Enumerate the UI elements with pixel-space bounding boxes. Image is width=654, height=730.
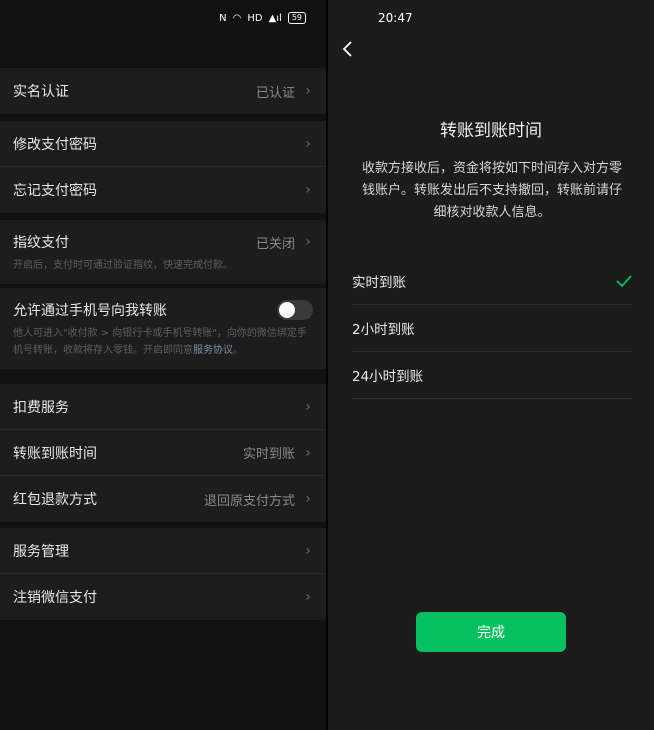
real-name-label: 实名认证 bbox=[13, 84, 69, 100]
transfer-time-options: 实时到账 2小时到账 24小时到账 bbox=[352, 258, 632, 399]
done-button[interactable]: 完成 bbox=[416, 612, 566, 652]
fingerprint-label: 指纹支付 bbox=[13, 235, 69, 251]
page-description: 收款方接收后，资金将按如下时间存入对方零钱账户。转账发出后不支持撤回，转账前请仔… bbox=[361, 161, 622, 220]
option-realtime[interactable]: 实时到账 bbox=[352, 258, 632, 305]
phone-transfer-desc-text: 他人可进入"收付款 > 向银行卡或手机号转账"，向你的微信绑定手机号转账，收款将… bbox=[13, 328, 307, 356]
change-password-row[interactable]: 修改支付密码 › bbox=[0, 121, 326, 167]
chevron-right-icon: › bbox=[305, 542, 311, 559]
transfer-time-row[interactable]: 转账到账时间 实时到账 › bbox=[0, 430, 326, 476]
group-fingerprint: 指纹支付 已关闭 › 开启后，支付时可通过验证指纹，快速完成付款。 bbox=[0, 220, 326, 284]
payment-settings-panel: N ◠ HD ▲ıl 59 实名认证 已认证 › 修改支付密码 › 忘记支付密码… bbox=[0, 0, 326, 730]
chevron-right-icon: › bbox=[305, 589, 311, 605]
deduction-label: 扣费服务 bbox=[13, 399, 69, 416]
nfc-icon: N bbox=[219, 12, 227, 24]
transfer-time-label: 转账到账时间 bbox=[13, 445, 97, 462]
service-manage-row[interactable]: 服务管理 › bbox=[0, 528, 326, 574]
cancel-pay-row[interactable]: 注销微信支付 › bbox=[0, 574, 326, 620]
group-manage: 服务管理 › 注销微信支付 › bbox=[0, 528, 326, 620]
chevron-right-icon: › bbox=[305, 398, 311, 415]
phone-transfer-desc-suffix: 。 bbox=[233, 345, 243, 356]
group-services: 扣费服务 › 转账到账时间 实时到账 › 红包退款方式 退回原支付方式 › bbox=[0, 384, 326, 522]
battery-icon: 59 bbox=[287, 12, 306, 24]
status-bar-time: 20:47 bbox=[378, 11, 413, 25]
chevron-right-icon: › bbox=[305, 83, 311, 99]
option-2-hours[interactable]: 2小时到账 bbox=[352, 305, 632, 352]
option-24-hours[interactable]: 24小时到账 bbox=[352, 352, 632, 399]
option-label: 实时到账 bbox=[352, 275, 406, 291]
service-agreement-link[interactable]: 服务协议 bbox=[193, 345, 233, 356]
fingerprint-value: 已关闭 bbox=[255, 236, 295, 252]
chevron-right-icon: › bbox=[305, 491, 311, 507]
phone-transfer-toggle[interactable] bbox=[277, 300, 313, 320]
chevron-right-icon: › bbox=[305, 234, 311, 250]
real-name-value: 已认证 bbox=[255, 85, 295, 101]
refund-method-row[interactable]: 红包退款方式 退回原支付方式 › bbox=[0, 476, 326, 522]
chevron-right-icon: › bbox=[305, 444, 311, 461]
forgot-password-label: 忘记支付密码 bbox=[13, 183, 97, 199]
group-password: 修改支付密码 › 忘记支付密码 › bbox=[0, 121, 326, 213]
group-phone-transfer: 允许通过手机号向我转账 他人可进入"收付款 > 向银行卡或手机号转账"，向你的微… bbox=[0, 288, 326, 369]
status-bar: N ◠ HD ▲ıl 59 bbox=[219, 0, 306, 36]
back-arrow-icon[interactable] bbox=[338, 38, 360, 60]
fingerprint-desc: 开启后，支付时可通过验证指纹，快速完成付款。 bbox=[13, 260, 233, 271]
wifi-icon: ◠ bbox=[232, 12, 242, 24]
change-password-label: 修改支付密码 bbox=[13, 136, 97, 153]
deduction-row[interactable]: 扣费服务 › bbox=[0, 384, 326, 430]
option-label: 24小时到账 bbox=[352, 369, 424, 385]
toggle-knob bbox=[279, 302, 295, 318]
service-manage-label: 服务管理 bbox=[13, 543, 69, 560]
checkmark-icon bbox=[616, 272, 632, 291]
phone-transfer-row: 允许通过手机号向我转账 他人可进入"收付款 > 向银行卡或手机号转账"，向你的微… bbox=[0, 288, 326, 369]
chevron-right-icon: › bbox=[305, 135, 311, 152]
forgot-password-row[interactable]: 忘记支付密码 › bbox=[0, 167, 326, 213]
transfer-time-panel: 20:47 转账到账时间 收款方接收后，资金将按如下时间存入对方零钱账户。转账发… bbox=[328, 0, 654, 730]
group-real-name: 实名认证 已认证 › bbox=[0, 68, 326, 114]
page-title: 转账到账时间 bbox=[440, 121, 542, 141]
refund-method-label: 红包退款方式 bbox=[13, 492, 97, 508]
signal-icon: ▲ıl bbox=[268, 12, 282, 24]
refund-method-value: 退回原支付方式 bbox=[203, 493, 295, 509]
fingerprint-row[interactable]: 指纹支付 已关闭 › 开启后，支付时可通过验证指纹，快速完成付款。 bbox=[0, 220, 326, 284]
chevron-right-icon: › bbox=[305, 182, 311, 198]
phone-transfer-label: 允许通过手机号向我转账 bbox=[13, 303, 167, 319]
real-name-row[interactable]: 实名认证 已认证 › bbox=[0, 68, 326, 114]
cancel-pay-label: 注销微信支付 bbox=[13, 590, 97, 606]
transfer-time-value: 实时到账 bbox=[242, 447, 295, 462]
hd-icon: HD bbox=[247, 12, 263, 24]
option-label: 2小时到账 bbox=[352, 322, 415, 338]
phone-transfer-desc: 他人可进入"收付款 > 向银行卡或手机号转账"，向你的微信绑定手机号转账，收款将… bbox=[13, 325, 313, 359]
